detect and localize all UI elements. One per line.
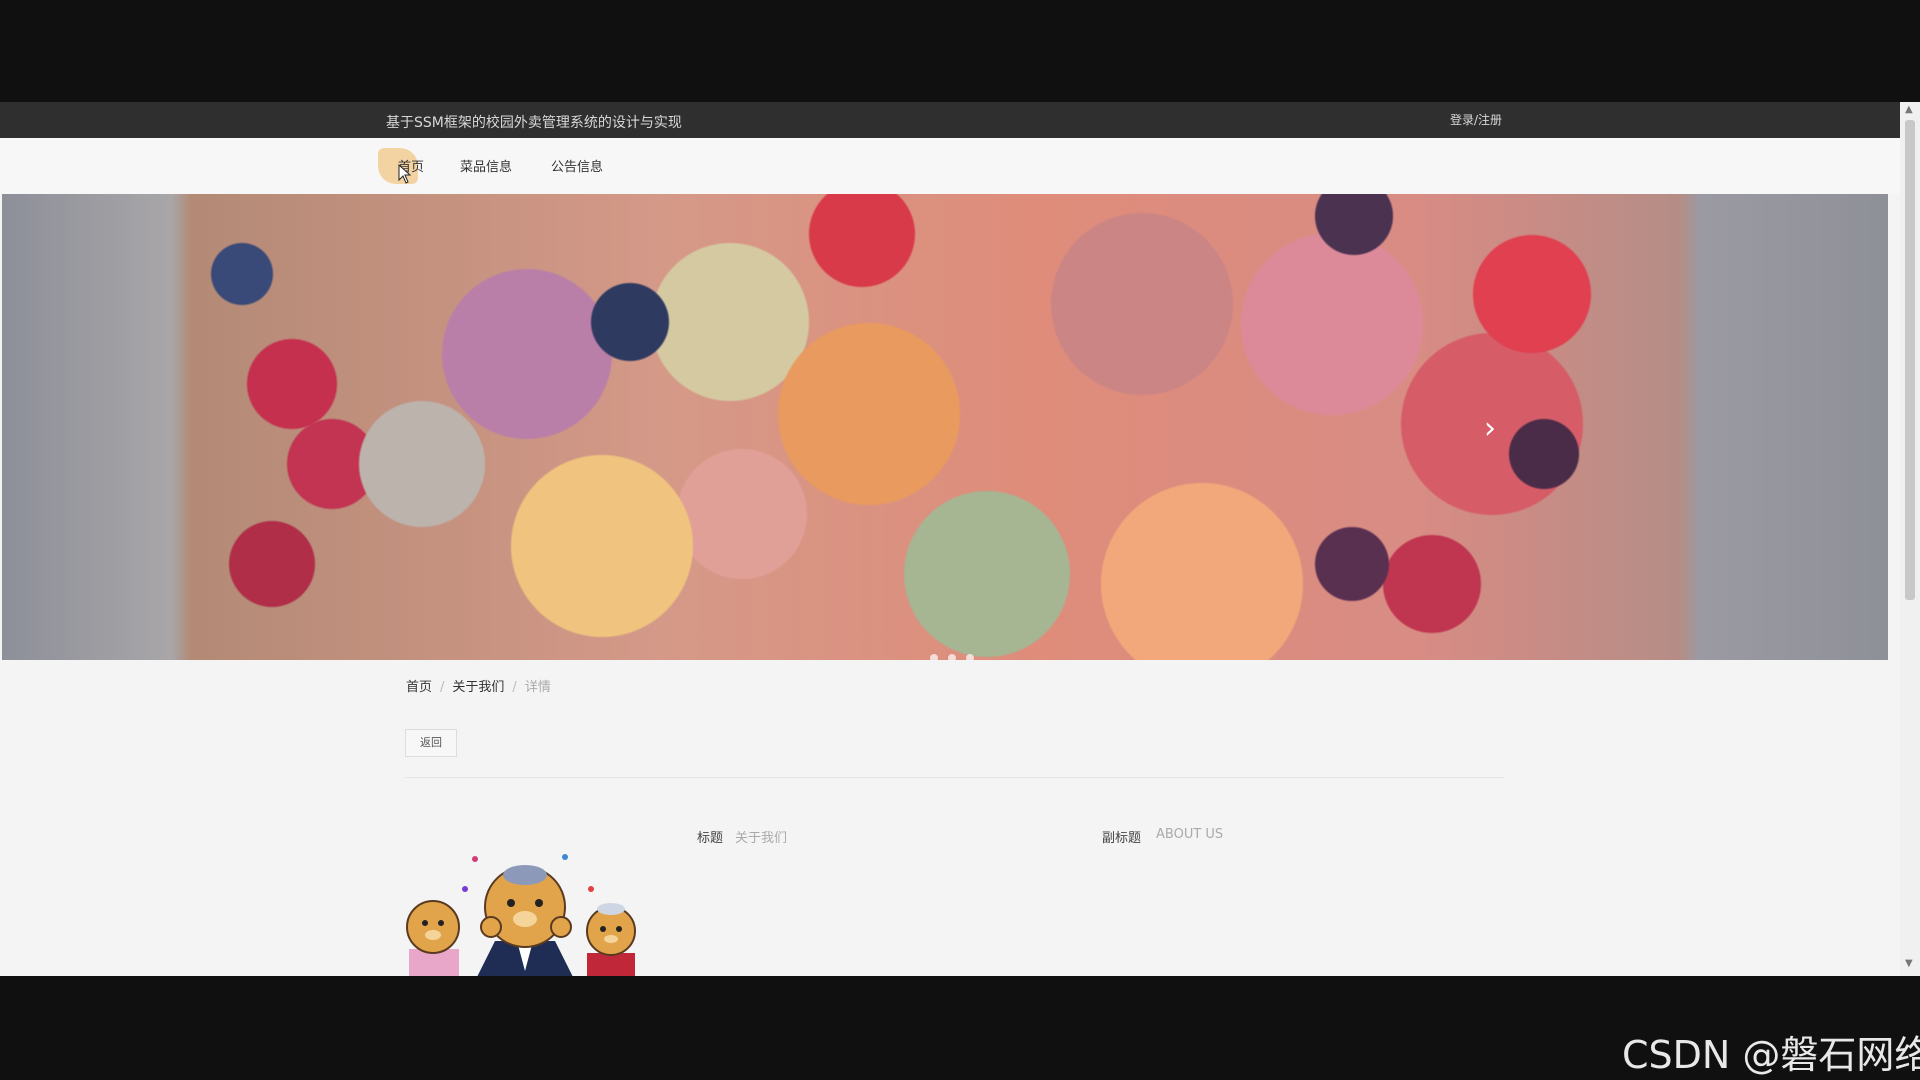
bear-right [586, 903, 636, 976]
breadcrumb-section[interactable]: 关于我们 [452, 680, 504, 695]
scroll-down-icon[interactable]: ▼ [1905, 958, 1913, 969]
csdn-watermark: CSDN @磐石网络 [1622, 1033, 1920, 1077]
breadcrumb: 首页 / 关于我们 / 详情 [406, 676, 551, 695]
nav-item-announcements[interactable]: 公告信息 [551, 156, 603, 175]
subtitle-value: ABOUT US [1156, 827, 1224, 842]
carousel-indicator-3[interactable] [966, 654, 974, 660]
breadcrumb-current: 详情 [524, 680, 551, 695]
nav-item-dishes[interactable]: 菜品信息 [460, 156, 512, 175]
login-register-link[interactable]: 登录/注册 [1450, 111, 1502, 128]
site-title: 基于SSM框架的校园外卖管理系统的设计与实现 [386, 115, 682, 131]
hero-carousel[interactable]: › [2, 194, 1888, 660]
back-button[interactable]: 返回 [405, 729, 457, 757]
mouse-cursor-icon [398, 164, 412, 184]
scrollbar-thumb[interactable] [1905, 120, 1915, 600]
scroll-up-icon[interactable]: ▲ [1905, 104, 1913, 115]
top-header-bar: 基于SSM框架的校园外卖管理系统的设计与实现 登录/注册 [0, 102, 1900, 139]
carousel-indicator-1[interactable] [930, 654, 938, 660]
title-label: 标题 [697, 831, 724, 846]
cartoon-bears-image [405, 799, 641, 976]
carousel-next-icon[interactable]: › [1484, 414, 1496, 444]
breadcrumb-separator: / [512, 680, 517, 695]
breadcrumb-separator: / [440, 680, 445, 695]
subtitle-label: 副标题 [1102, 831, 1142, 846]
title-value: 关于我们 [735, 831, 788, 846]
content-divider [405, 777, 1505, 778]
breadcrumb-home[interactable]: 首页 [406, 680, 432, 695]
main-nav: 首页 菜品信息 公告信息 [0, 138, 1900, 194]
browser-viewport: 基于SSM框架的校园外卖管理系统的设计与实现 登录/注册 首页 菜品信息 公告信… [0, 102, 1920, 976]
carousel-indicator-2[interactable] [948, 654, 956, 660]
vertical-scrollbar[interactable]: ▲ ▼ [1900, 102, 1920, 976]
bear-left [406, 900, 460, 976]
